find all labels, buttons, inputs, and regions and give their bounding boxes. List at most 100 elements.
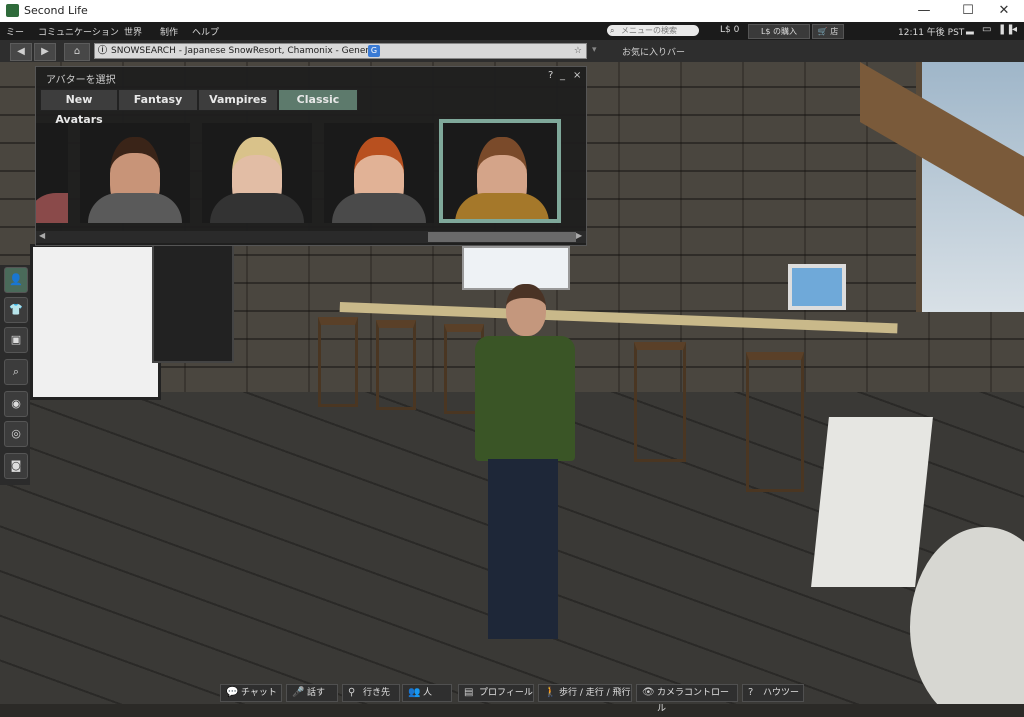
menu-bar: ミー コミュニケーション 世界 制作 ヘルプ ⌕ メニューの検索 L$ 0 L$… — [0, 22, 1024, 40]
computer-monitor[interactable] — [788, 264, 846, 310]
picker-minimize-button[interactable]: _ — [560, 70, 565, 81]
avatar-body — [88, 193, 182, 223]
monitor-icon[interactable]: ▭ — [982, 24, 991, 35]
avatar-thumbnail[interactable] — [80, 123, 190, 223]
tab-new-avatars[interactable]: New Avatars — [40, 89, 118, 126]
eye-icon: 👁 — [642, 687, 655, 698]
navigation-bar: ◀ ▶ ⌂ ⓘ SNOWSEARCH - Japanese SnowResort… — [0, 40, 1024, 62]
avatar-thumbnail[interactable] — [36, 123, 68, 223]
avatar-thumbnail[interactable] — [324, 123, 434, 223]
scroll-right-icon[interactable]: ▶ — [576, 231, 582, 240]
shop-button[interactable]: 🛒 店 — [812, 24, 844, 39]
product-poster[interactable] — [152, 244, 234, 363]
inventory-icon[interactable]: ▣ — [4, 327, 28, 353]
bar-stool[interactable] — [746, 352, 804, 492]
tab-vampires[interactable]: Vampires — [198, 89, 278, 111]
radar-icon[interactable]: ◎ — [4, 421, 28, 447]
bottom-toolbar: 💬 チャット 🎤 話す ⚲ 行き先 👥 人 ▤ プロフィール 🚶 歩行 / 走行 / 飛行 … — [0, 680, 1024, 714]
menu-search-placeholder: メニューの検索 — [621, 26, 677, 35]
bar-stool[interactable] — [376, 320, 416, 410]
map-pin-icon: ⚲ — [348, 687, 356, 698]
clock: 12:11 午後 PST — [898, 28, 965, 38]
avatar-thumbnail-selected[interactable] — [439, 119, 561, 223]
maximize-button[interactable]: ☐ — [948, 1, 988, 21]
location-field[interactable]: ⓘ SNOWSEARCH - Japanese SnowResort, Cham… — [94, 43, 587, 59]
menu-search-input[interactable]: ⌕ メニューの検索 — [607, 25, 699, 36]
destinations-button[interactable]: ⚲ 行き先 — [342, 684, 400, 702]
back-button[interactable]: ◀ — [10, 43, 32, 61]
location-dropdown-icon[interactable]: ▾ — [592, 45, 597, 55]
info-icon[interactable]: ⓘ — [98, 44, 107, 58]
scrollbar-thumb[interactable] — [428, 232, 576, 242]
linden-balance: L$ 0 — [720, 25, 740, 35]
avatar-jeans — [488, 459, 558, 639]
people-icon[interactable]: 👤 — [4, 267, 28, 293]
people-label: 人 — [423, 688, 433, 698]
shirt-icon[interactable]: 👕 — [4, 297, 28, 323]
people-icon: 👥 — [408, 687, 421, 698]
camera-controls-label: カメラコントロール — [657, 688, 730, 714]
destinations-label: 行き先 — [363, 688, 391, 698]
home-button[interactable]: ⌂ — [64, 43, 90, 61]
menu-world[interactable]: 世界 — [124, 25, 142, 38]
avatar-body — [455, 193, 549, 219]
favorite-star-icon[interactable]: ☆ — [574, 44, 582, 58]
search-icon[interactable]: ⌕ — [4, 359, 28, 385]
shop-label: 店 — [830, 27, 839, 36]
bar-stool[interactable] — [318, 317, 358, 407]
speak-label: 話す — [307, 688, 326, 698]
chat-label: チャット — [241, 688, 277, 698]
picker-help-button[interactable]: ? — [548, 70, 553, 81]
close-button[interactable]: ✕ — [984, 1, 1024, 21]
picker-scrollbar[interactable]: ◀ ▶ — [36, 231, 586, 243]
cart-icon: 🛒 — [817, 27, 828, 36]
buy-linden-button[interactable]: L$ の購入 — [748, 24, 810, 39]
tab-classic[interactable]: Classic — [278, 89, 358, 111]
avatar-picker-window: アバターを選択 ? _ × New Avatars Fantasy Vampir… — [35, 66, 587, 246]
left-toolbar: 👤 👕 ▣ ⌕ ◉ ◎ ◙ — [0, 265, 30, 485]
howto-button[interactable]: ? ハウツー — [742, 684, 804, 702]
menu-me[interactable]: ミー — [6, 25, 24, 38]
movement-label: 歩行 / 走行 / 飛行 — [559, 688, 631, 698]
forward-button[interactable]: ▶ — [34, 43, 56, 61]
avatar-sweater — [475, 336, 575, 461]
camera-controls-button[interactable]: 👁 カメラコントロール — [636, 684, 738, 714]
menu-help[interactable]: ヘルプ — [192, 25, 219, 38]
white-chair[interactable] — [811, 417, 933, 587]
howto-label: ハウツー — [763, 688, 800, 698]
profile-icon: ▤ — [464, 687, 474, 698]
minimize-button[interactable]: — — [904, 1, 944, 21]
camera-icon[interactable]: ◙ — [4, 453, 28, 479]
menu-communication[interactable]: コミュニケーション — [38, 25, 119, 38]
chat-icon: 💬 — [226, 687, 239, 698]
location-text: SNOWSEARCH - Japanese SnowResort, Chamon… — [111, 46, 378, 56]
home-icon: ⌂ — [73, 46, 81, 57]
profile-label: プロフィール — [479, 688, 533, 698]
volume-icon[interactable]: ◂ — [1012, 24, 1017, 35]
scroll-left-icon[interactable]: ◀ — [39, 231, 45, 240]
bar-stool[interactable] — [634, 342, 686, 462]
picker-title: アバターを選択 — [46, 75, 116, 86]
speak-button[interactable]: 🎤 話す — [286, 684, 338, 702]
player-avatar[interactable] — [470, 284, 580, 664]
menu-build[interactable]: 制作 — [160, 25, 178, 38]
snowmobile-poster[interactable] — [30, 244, 161, 400]
microphone-icon: 🎤 — [292, 687, 305, 698]
window-titlebar: Second Life — ☐ ✕ — [0, 0, 1024, 23]
picker-close-button[interactable]: × — [573, 70, 581, 81]
profile-button[interactable]: ▤ プロフィール — [458, 684, 534, 702]
avatar-body — [36, 193, 68, 223]
avatar-body — [332, 193, 426, 223]
window-title: Second Life — [24, 4, 88, 17]
people-button[interactable]: 👥 人 — [402, 684, 452, 702]
chat-button[interactable]: 💬 チャット — [220, 684, 282, 702]
maturity-badge: G — [368, 45, 380, 57]
signal-icon[interactable]: ▂ — [966, 24, 974, 35]
search-icon: ⌕ — [610, 26, 615, 35]
places-icon[interactable]: ◉ — [4, 391, 28, 417]
help-icon: ? — [748, 687, 754, 698]
movement-button[interactable]: 🚶 歩行 / 走行 / 飛行 — [538, 684, 632, 702]
second-life-logo-icon — [6, 4, 19, 17]
tab-fantasy[interactable]: Fantasy — [118, 89, 198, 111]
avatar-thumbnail[interactable] — [202, 123, 312, 223]
